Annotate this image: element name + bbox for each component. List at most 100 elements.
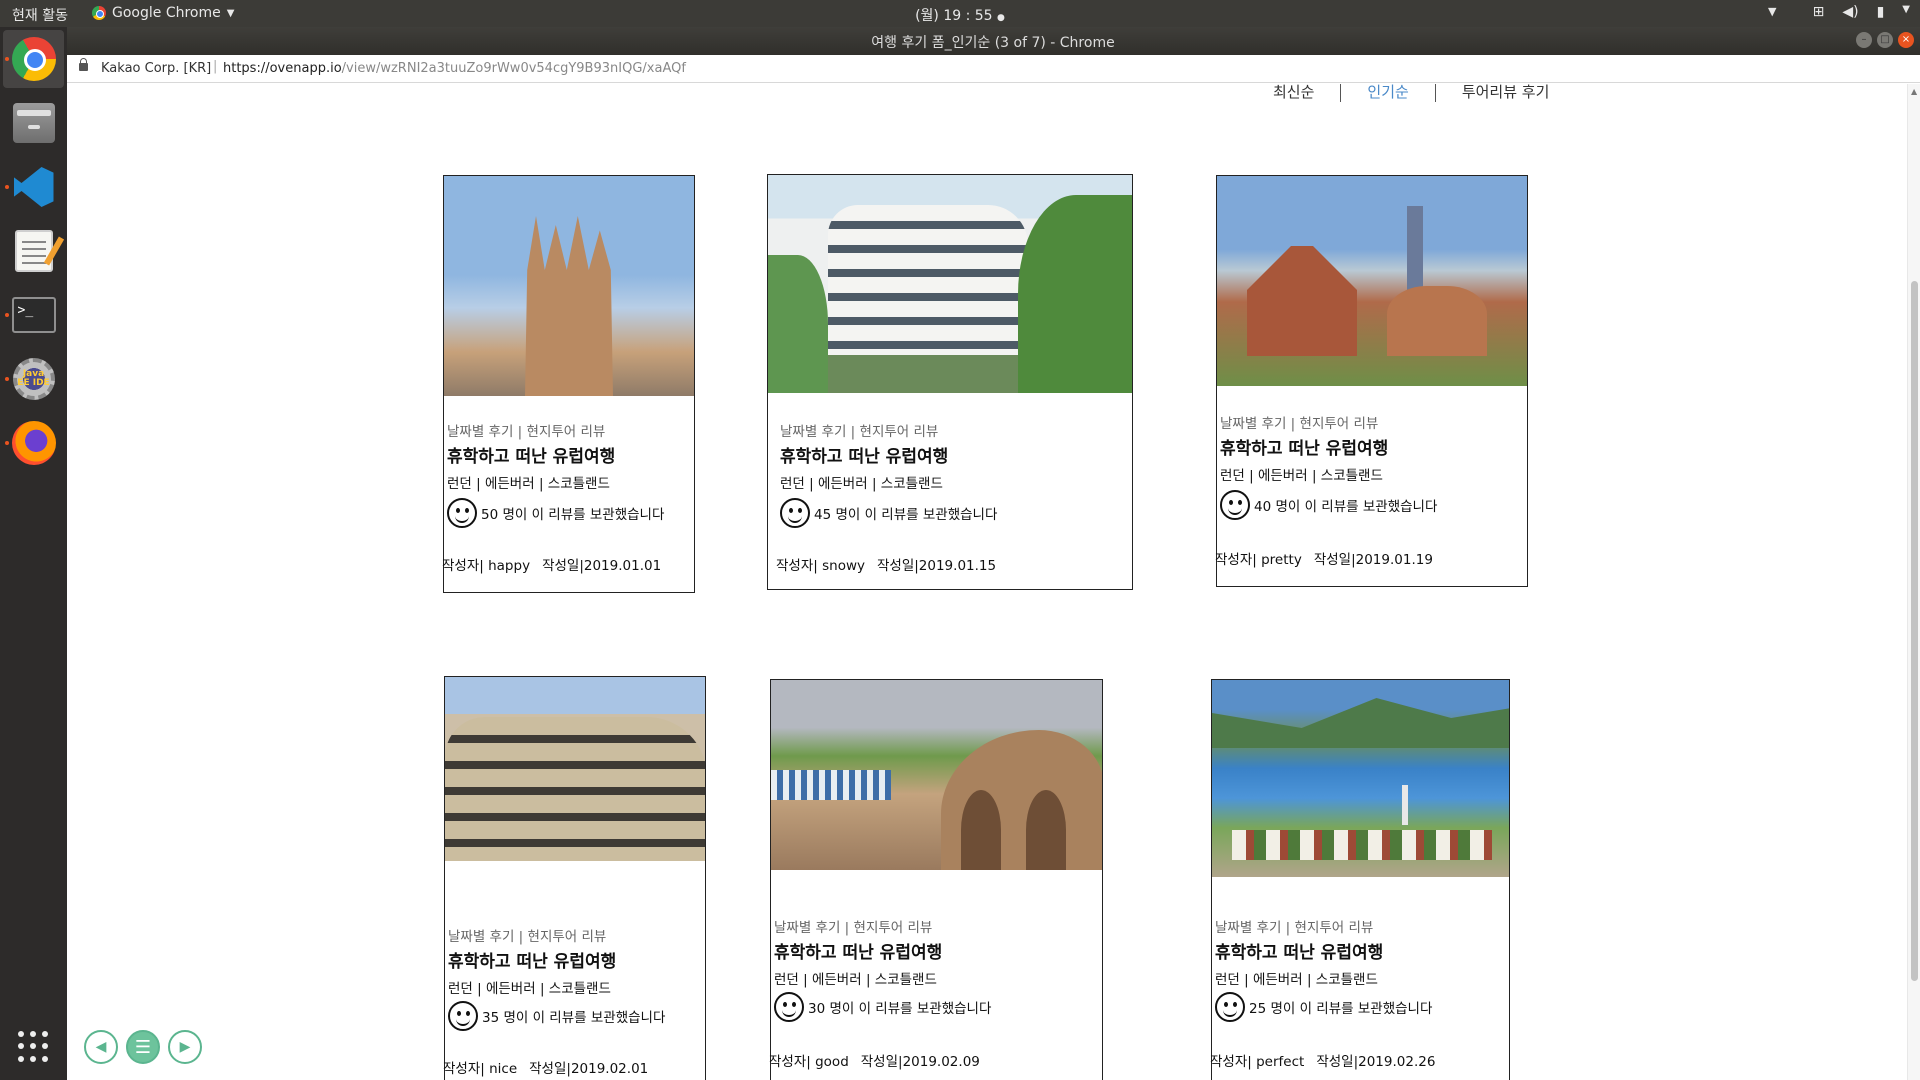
card-date: 작성일|2019.02.09 [860, 1054, 980, 1070]
card-title[interactable]: 휴학하고 떠난 유럽여행 [448, 947, 705, 972]
scroll-up-icon[interactable]: ▲ [1911, 87, 1917, 96]
card-saved-count: 45 명이 이 리뷰를 보관했습니다 [780, 498, 1132, 528]
card-cities: 런던 | 에든버러 | 스코틀랜드 [1220, 468, 1383, 484]
card-cities: 런던 | 에든버러 | 스코틀랜드 [1215, 972, 1378, 988]
card-category: 날짜별 후기 | 현지투어 리뷰 [448, 929, 607, 945]
clock[interactable]: (월) 19 : 55 ● [915, 5, 1005, 25]
card-cities: 런던 | 에든버러 | 스코틀랜드 [774, 972, 937, 988]
slide-controls: ◀ ☰ ▶ [84, 1030, 202, 1064]
running-indicator [5, 185, 9, 189]
running-indicator [5, 441, 9, 445]
card-author: 작성자| happy [442, 558, 531, 574]
next-slide-button[interactable]: ▶ [168, 1030, 202, 1064]
notification-dot-icon: ● [997, 13, 1005, 23]
card-meta: 작성자| good 작성일|2019.02.09 [769, 1050, 980, 1070]
card-meta: 작성자| perfect 작성일|2019.02.26 [1210, 1050, 1435, 1070]
network-icon: ⊞ [1812, 4, 1825, 20]
maximize-button[interactable]: □ [1877, 32, 1893, 48]
window-title-bar[interactable]: 여행 후기 폼_인기순 (3 of 7) - Chrome – □ × [67, 27, 1920, 55]
card-title[interactable]: 휴학하고 떠난 유럽여행 [780, 442, 1132, 467]
card-title[interactable]: 휴학하고 떠난 유럽여행 [1215, 938, 1509, 963]
close-button[interactable]: × [1898, 32, 1914, 48]
card-category: 날짜별 후기 | 현지투어 리뷰 [780, 424, 939, 440]
scrollbar-thumb[interactable] [1911, 281, 1918, 981]
chevron-down-icon: ▼ [1902, 4, 1910, 15]
card-photo [768, 175, 1132, 393]
dock-show-apps[interactable] [3, 1018, 64, 1076]
running-indicator [5, 377, 9, 381]
card-author: 작성자| perfect [1210, 1054, 1305, 1070]
address-bar[interactable]: Kakao Corp. [KR] | https://ovenapp.io/vi… [67, 55, 1920, 83]
card-title[interactable]: 휴학하고 떠난 유럽여행 [447, 442, 694, 467]
lock-icon[interactable] [79, 58, 88, 71]
page-scrollbar[interactable]: ▲ [1907, 84, 1920, 1080]
card-photo [1212, 680, 1509, 877]
eclipse-label: Java EE IDE [17, 369, 50, 388]
top-panel: 현재 활동 Google Chrome ▼ (월) 19 : 55 ● ▼ ⊞ … [0, 0, 1920, 27]
clock-text: (월) 19 : 55 [915, 8, 993, 24]
tab-popular[interactable]: 인기순 [1341, 84, 1434, 102]
sort-tabs: 최신순 인기순 투어리뷰 후기 [1247, 84, 1575, 102]
terminal-prompt: >_ [17, 303, 34, 318]
card-category: 날짜별 후기 | 현지투어 리뷰 [1220, 416, 1379, 432]
card-title[interactable]: 휴학하고 떠난 유럽여행 [1220, 434, 1527, 459]
card-cities: 런던 | 에든버러 | 스코틀랜드 [780, 476, 943, 492]
dock-firefox[interactable] [3, 414, 64, 472]
card-date: 작성일|2019.01.01 [542, 558, 662, 574]
dock-text-editor[interactable] [3, 222, 64, 280]
app-menu[interactable]: Google Chrome ▼ [92, 5, 234, 21]
review-card[interactable]: 날짜별 후기 | 현지투어 리뷰 휴학하고 떠난 유럽여행 런던 | 에든버러 … [1210, 679, 1510, 1080]
chevron-down-icon[interactable]: ▼ [1768, 5, 1776, 18]
review-card[interactable]: 날짜별 후기 | 현지투어 리뷰 휴학하고 떠난 유럽여행 런던 | 에든버러 … [767, 174, 1133, 590]
system-tray[interactable]: ⊞ ◀) ▮ ▼ [1813, 4, 1910, 20]
card-meta: 작성자| snowy 작성일|2019.01.15 [776, 554, 996, 574]
previous-slide-button[interactable]: ◀ [84, 1030, 118, 1064]
card-saved-count: 50 명이 이 리뷰를 보관했습니다 [447, 498, 694, 528]
activities-button[interactable]: 현재 활동 [12, 5, 68, 25]
url-field[interactable]: https://ovenapp.io/view/wzRNI2a3tuuZo9rW… [223, 61, 686, 76]
card-title[interactable]: 휴학하고 떠난 유럽여행 [774, 938, 1102, 963]
card-cities: 런던 | 에든버러 | 스코틀랜드 [447, 476, 610, 492]
review-card[interactable]: 날짜별 후기 | 현지투어 리뷰 휴학하고 떠난 유럽여행 런던 | 에든버러 … [1215, 175, 1528, 587]
smiley-icon [1215, 992, 1245, 1022]
chrome-icon [92, 6, 106, 20]
card-date: 작성일|2019.01.19 [1313, 552, 1433, 568]
dock: >_ Java EE IDE [0, 27, 67, 1080]
review-card[interactable]: 날짜별 후기 | 현지투어 리뷰 휴학하고 떠난 유럽여행 런던 | 에든버러 … [443, 676, 706, 1080]
smiley-icon [774, 992, 804, 1022]
dock-chrome[interactable] [3, 30, 64, 88]
card-saved-text: 45 명이 이 리뷰를 보관했습니다 [814, 507, 998, 523]
site-identity[interactable]: Kakao Corp. [KR] [101, 61, 211, 76]
card-photo [444, 176, 694, 396]
window-title: 여행 후기 폼_인기순 (3 of 7) - Chrome [871, 35, 1115, 51]
vscode-icon [13, 167, 54, 207]
card-saved-count: 25 명이 이 리뷰를 보관했습니다 [1215, 992, 1509, 1022]
card-author: 작성자| good [769, 1054, 849, 1070]
dock-terminal[interactable]: >_ [3, 286, 64, 344]
dock-files[interactable] [3, 94, 64, 152]
card-category: 날짜별 후기 | 현지투어 리뷰 [774, 920, 933, 936]
smiley-icon [447, 498, 477, 528]
eclipse-icon: Java EE IDE [12, 358, 55, 400]
card-saved-count: 40 명이 이 리뷰를 보관했습니다 [1220, 490, 1527, 520]
battery-icon: ▮ [1876, 4, 1885, 20]
menu-icon: ☰ [134, 1036, 152, 1058]
volume-icon: ◀) [1842, 4, 1859, 20]
text-editor-icon [14, 230, 53, 272]
terminal-icon: >_ [11, 297, 56, 333]
dock-vscode[interactable] [3, 158, 64, 216]
dock-eclipse[interactable]: Java EE IDE [3, 350, 64, 408]
running-indicator [5, 57, 9, 61]
minimize-button[interactable]: – [1856, 32, 1872, 48]
card-category: 날짜별 후기 | 현지투어 리뷰 [1215, 920, 1374, 936]
slide-menu-button[interactable]: ☰ [126, 1030, 160, 1064]
review-card[interactable]: 날짜별 후기 | 현지투어 리뷰 휴학하고 떠난 유럽여행 런던 | 에든버러 … [769, 679, 1103, 1080]
files-icon [12, 103, 55, 143]
chrome-icon [11, 37, 56, 81]
tab-tour-review[interactable]: 투어리뷰 후기 [1436, 84, 1576, 102]
next-icon: ▶ [179, 1039, 191, 1055]
address-separator: | [213, 59, 218, 74]
tab-latest[interactable]: 최신순 [1247, 84, 1340, 102]
chevron-down-icon: ▼ [226, 7, 235, 19]
review-card[interactable]: 날짜별 후기 | 현지투어 리뷰 휴학하고 떠난 유럽여행 런던 | 에든버러 … [442, 175, 695, 593]
